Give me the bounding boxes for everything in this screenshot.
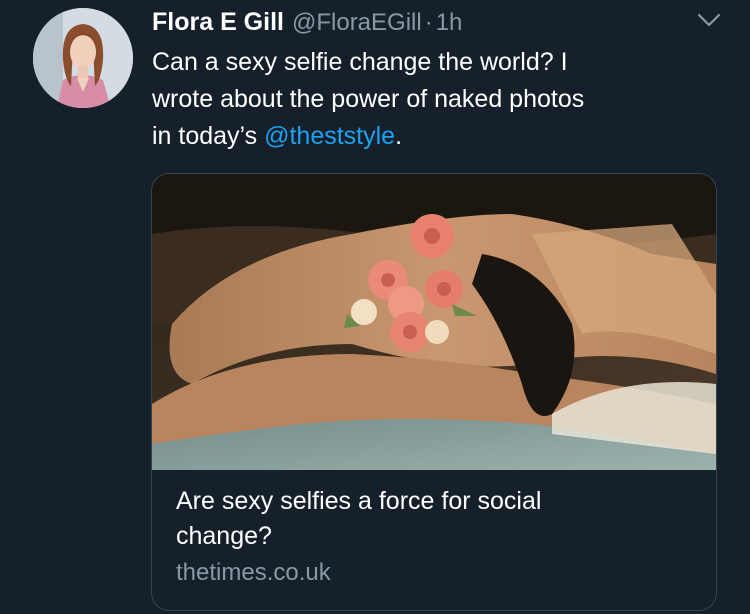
- tweet-text-fragment: .: [395, 122, 403, 150]
- tweet-header: Flora E Gill @FloraEGill · 1h: [152, 8, 462, 40]
- card-meta[interactable]: Are sexy selfies a force for social chan…: [152, 470, 716, 610]
- chevron-down-icon[interactable]: [696, 10, 722, 30]
- tweet-text-fragment: in today’s: [152, 122, 265, 150]
- tweet-text-line: in today’s @theststyle.: [152, 118, 712, 155]
- tweet[interactable]: Flora E Gill @FloraEGill · 1h Can a sexy…: [0, 0, 750, 614]
- card-title[interactable]: Are sexy selfies a force for social chan…: [176, 484, 596, 554]
- link-card[interactable]: Are sexy selfies a force for social chan…: [151, 173, 717, 611]
- tweet-text-line: wrote about the power of naked photos: [152, 85, 585, 113]
- avatar[interactable]: [33, 8, 133, 108]
- tweet-text-line: Can a sexy selfie change the world? I: [152, 48, 568, 76]
- mention-link[interactable]: @theststyle: [264, 122, 395, 150]
- avatar-photo: [33, 8, 133, 108]
- author-name[interactable]: Flora E Gill: [152, 8, 284, 37]
- separator-dot: ·: [424, 9, 433, 36]
- card-domain: thetimes.co.uk: [176, 559, 331, 586]
- card-image[interactable]: [152, 174, 716, 470]
- tweet-text: Can a sexy selfie change the world? I wr…: [152, 44, 712, 155]
- author-handle[interactable]: @FloraEGill: [292, 9, 422, 37]
- timestamp[interactable]: 1h: [436, 9, 463, 37]
